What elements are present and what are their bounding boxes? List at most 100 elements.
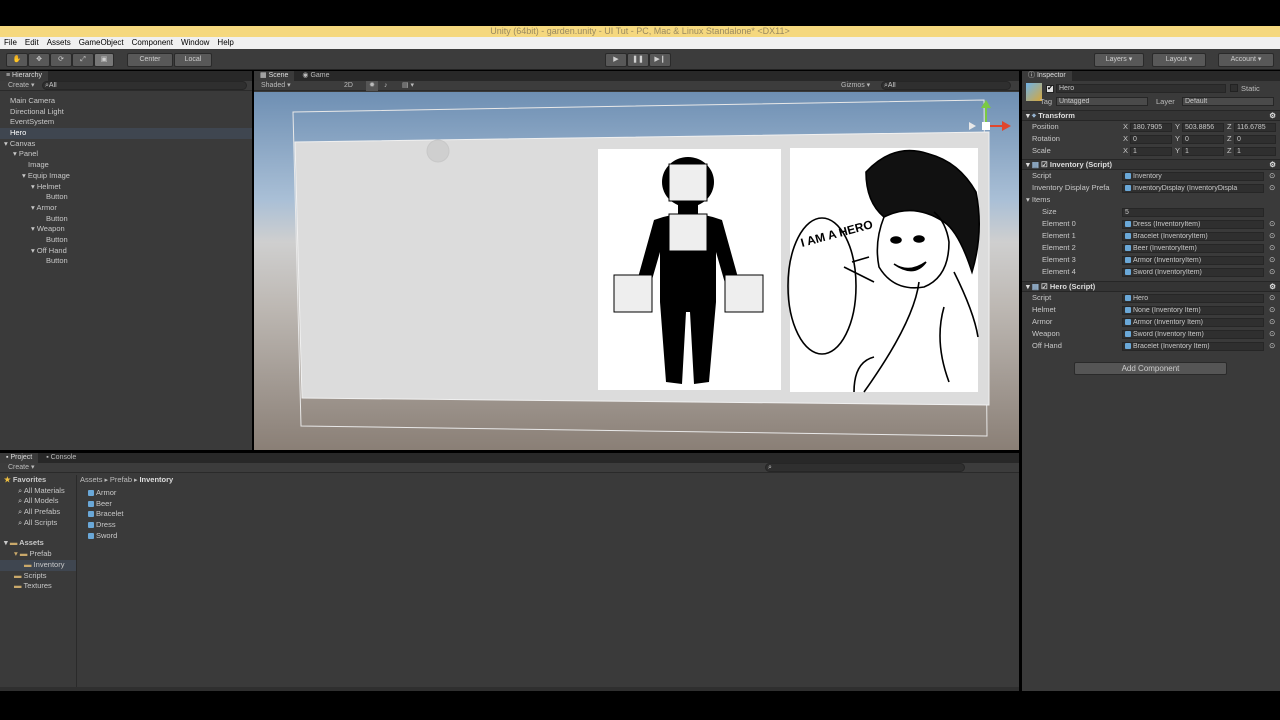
object-name-field[interactable]: Hero [1056, 84, 1226, 93]
tab-hierarchy[interactable]: ≡ Hierarchy [0, 71, 48, 81]
layout-dropdown[interactable]: Layout ▾ [1152, 53, 1206, 67]
gear-icon[interactable]: ⚙ [1269, 111, 1276, 121]
hierarchy-item[interactable]: ▾ Armor [0, 203, 252, 214]
move-tool-button[interactable]: ✥ [28, 53, 50, 67]
active-checkbox[interactable]: ✔ [1046, 85, 1054, 93]
gizmos-dropdown[interactable]: Gizmos ▾ [841, 81, 870, 91]
hierarchy-item[interactable]: Main Camera [0, 96, 252, 107]
hero-script-picker-icon[interactable]: ⊙ [1269, 293, 1275, 304]
tab-project[interactable]: ▪ Project [0, 453, 39, 463]
asset-item[interactable]: Bracelet [88, 509, 288, 520]
pivot-local-button[interactable]: Local [174, 53, 212, 67]
script-field-field[interactable]: Inventory [1122, 172, 1264, 181]
folder-item[interactable]: ▾ ▬ Prefab [0, 549, 76, 560]
hierarchy-item[interactable]: ▾ Panel [0, 149, 252, 160]
add-component-button[interactable]: Add Component [1074, 362, 1227, 375]
transform-z-field[interactable]: 1 [1234, 147, 1276, 156]
hierarchy-item[interactable]: ▾ Canvas [0, 139, 252, 150]
inventory-element-picker-icon[interactable]: ⊙ [1269, 267, 1275, 278]
hierarchy-item[interactable]: Button [0, 192, 252, 203]
component-enabled-checkbox[interactable]: ☑ [1041, 160, 1048, 169]
transform-z-field[interactable]: 0 [1234, 135, 1276, 144]
account-dropdown[interactable]: Account ▾ [1218, 53, 1274, 67]
favorite-item[interactable]: ⌕ All Prefabs [0, 507, 76, 518]
scale-tool-button[interactable]: ⤢ [72, 53, 94, 67]
hero-script-header[interactable]: ▾ ▤ ☑ Hero (Script) ⚙ [1022, 281, 1280, 292]
folder-item[interactable]: ▬ Textures [0, 581, 76, 592]
effects-toggle[interactable]: ▤ ▾ [402, 81, 414, 91]
tab-scene[interactable]: ▦ Scene [254, 71, 295, 81]
hierarchy-item[interactable]: ▾ Weapon [0, 224, 252, 235]
pause-button[interactable]: ❚❚ [627, 53, 649, 67]
folder-item[interactable]: ▬ Inventory [0, 559, 76, 571]
size-field[interactable]: 5 [1122, 208, 1264, 217]
hero-off-hand-field[interactable]: Bracelet (Inventory Item) [1122, 342, 1264, 351]
transform-x-field[interactable]: 0 [1130, 135, 1172, 144]
transform-header[interactable]: ▾ ⌖ Transform ⚙ [1022, 110, 1280, 121]
favorite-item[interactable]: ⌕ All Materials [0, 486, 76, 497]
hero-script-field[interactable]: Hero [1122, 294, 1264, 303]
inventory-element-field[interactable]: Armor (InventoryItem) [1122, 256, 1264, 265]
mode-2d-toggle[interactable]: 2D [344, 81, 353, 91]
component-enabled-checkbox[interactable]: ☑ [1041, 282, 1048, 291]
inventory-display-prefab-field-picker-icon[interactable]: ⊙ [1269, 183, 1275, 194]
layers-dropdown[interactable]: Layers ▾ [1094, 53, 1144, 67]
pivot-center-button[interactable]: Center [127, 53, 173, 67]
menu-item-assets[interactable]: Assets [47, 38, 71, 47]
project-create-button[interactable]: Create ▾ [8, 464, 34, 471]
breadcrumb-item[interactable]: Assets [80, 475, 103, 484]
hero-helmet-field[interactable]: None (Inventory Item) [1122, 306, 1264, 315]
items-foldout[interactable]: ▾ Items [1022, 195, 1280, 207]
hierarchy-item[interactable]: Button [0, 256, 252, 267]
rotate-tool-button[interactable]: ⟳ [50, 53, 72, 67]
favorites-header[interactable]: ★ Favorites [0, 475, 76, 486]
menu-item-edit[interactable]: Edit [25, 38, 39, 47]
gear-icon[interactable]: ⚙ [1269, 282, 1276, 292]
hero-armor-picker-icon[interactable]: ⊙ [1269, 317, 1275, 328]
folder-item[interactable]: ▬ Scripts [0, 571, 76, 582]
shading-mode-dropdown[interactable]: Shaded ▾ [261, 82, 291, 89]
menu-item-component[interactable]: Component [132, 38, 173, 47]
script-field-picker-icon[interactable]: ⊙ [1269, 171, 1275, 182]
assets-header[interactable]: ▾ ▬ Assets [0, 538, 76, 549]
play-button[interactable]: ▶ [605, 53, 627, 67]
project-search-input[interactable]: ⌕ [765, 463, 965, 472]
gear-icon[interactable]: ⚙ [1269, 160, 1276, 170]
step-button[interactable]: ▶❙ [649, 53, 671, 67]
transform-y-field[interactable]: 0 [1182, 135, 1224, 144]
tab-game[interactable]: ◉ Game [296, 71, 335, 81]
audio-toggle[interactable]: ♪ [384, 81, 388, 91]
hierarchy-create-button[interactable]: Create ▾ [8, 82, 34, 89]
asset-item[interactable]: Armor [88, 488, 288, 499]
transform-x-field[interactable]: 180.7905 [1130, 123, 1172, 132]
hero-helmet-picker-icon[interactable]: ⊙ [1269, 305, 1275, 316]
hierarchy-item[interactable]: Hero [0, 128, 252, 139]
inventory-display-prefab-field-field[interactable]: InventoryDisplay (InventoryDispla [1122, 184, 1264, 193]
breadcrumb-item[interactable]: Prefab [110, 475, 132, 484]
rect-tool-button[interactable]: ▣ [94, 53, 114, 67]
hierarchy-item[interactable]: Image [0, 160, 252, 171]
hand-tool-button[interactable]: ✋ [6, 53, 28, 67]
tab-inspector[interactable]: ⓘ Inspector [1022, 71, 1072, 81]
transform-z-field[interactable]: 116.6785 [1234, 123, 1276, 132]
inventory-element-field[interactable]: Beer (InventoryItem) [1122, 244, 1264, 253]
hierarchy-item[interactable]: Directional Light [0, 107, 252, 118]
asset-item[interactable]: Sword [88, 531, 288, 542]
inventory-element-picker-icon[interactable]: ⊙ [1269, 255, 1275, 266]
inventory-element-picker-icon[interactable]: ⊙ [1269, 219, 1275, 230]
hierarchy-item[interactable]: ▾ Helmet [0, 182, 252, 193]
static-checkbox[interactable] [1230, 84, 1238, 92]
tag-dropdown[interactable]: Untagged [1056, 97, 1148, 106]
menu-item-gameobject[interactable]: GameObject [79, 38, 124, 47]
scene-viewport[interactable]: I AM A HERO [254, 92, 1019, 450]
inventory-element-field[interactable]: Bracelet (InventoryItem) [1122, 232, 1264, 241]
hierarchy-item[interactable]: EventSystem [0, 117, 252, 128]
favorite-item[interactable]: ⌕ All Scripts [0, 518, 76, 529]
favorite-item[interactable]: ⌕ All Models [0, 496, 76, 507]
scene-search-input[interactable]: ⌕All [881, 81, 1011, 90]
breadcrumb-item[interactable]: Inventory [139, 475, 173, 484]
transform-x-field[interactable]: 1 [1130, 147, 1172, 156]
hierarchy-item[interactable]: ▾ Off Hand [0, 246, 252, 257]
inventory-element-picker-icon[interactable]: ⊙ [1269, 231, 1275, 242]
lighting-toggle[interactable]: ✹ [366, 81, 378, 91]
